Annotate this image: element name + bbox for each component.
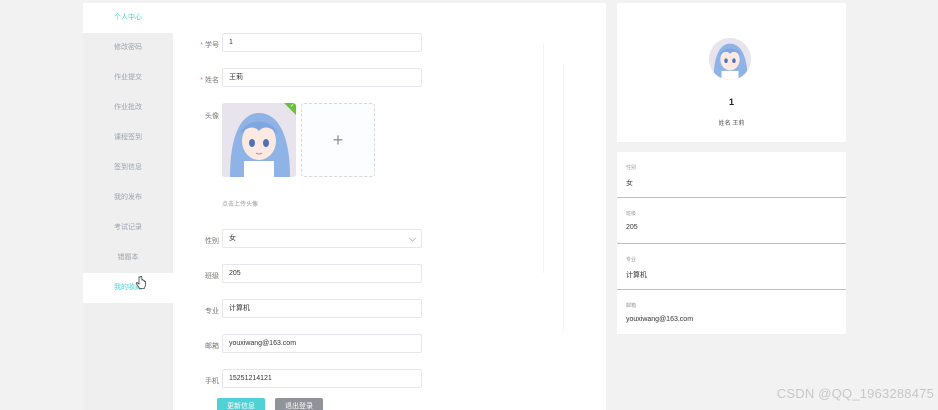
info-item-major: 专业 计算机 [617,244,846,290]
info-label: 班级 [626,211,637,217]
anime-avatar-icon [709,38,751,80]
major-label: 专业 [205,308,219,315]
student-no-label: * 学号 [200,42,219,49]
info-value: youxiwang@163.com [626,316,694,323]
sidebar-item-homework-grade[interactable]: 作业批改 [83,93,173,123]
sidebar-item-my-posts[interactable]: 我的发布 [83,183,173,213]
profile-card: 1 姓名 王莉 [617,3,846,142]
update-info-button[interactable]: 更新信息 [217,398,265,410]
email-label: 邮箱 [205,343,219,350]
sidebar: 个人中心 修改密码 作业提交 作业批改 课程签到 签到信息 我的发布 考试记录 … [83,3,173,410]
class-input[interactable]: 205 [222,264,422,283]
app-root: 个人中心 修改密码 作业提交 作业批改 课程签到 签到信息 我的发布 考试记录 … [0,0,938,410]
sidebar-item-profile[interactable]: 个人中心 [83,3,173,33]
phone-label: 手机 [205,378,219,385]
info-value: 计算机 [626,272,647,279]
profile-info-list: 性别 女 班级 205 专业 计算机 邮箱 youxiwang@163.com [617,152,846,334]
email-input[interactable]: youxiwang@163.com [222,334,422,353]
student-no-input[interactable]: 1 [222,33,422,52]
plus-icon: + [332,129,344,150]
sidebar-item-checkin-info[interactable]: 签到信息 [83,153,173,183]
profile-name: 姓名 王莉 [718,121,745,127]
info-item-class: 班级 205 [617,198,846,244]
gender-label: 性别 [205,238,219,245]
profile-id: 1 [728,97,734,107]
info-label: 专业 [626,257,637,263]
major-input[interactable]: 计算机 [222,299,422,318]
info-label: 性别 [626,165,637,171]
sidebar-item-change-password[interactable]: 修改密码 [83,33,173,63]
sidebar-item-exam-records[interactable]: 考试记录 [83,213,173,243]
avatar-label: 头像 [205,113,219,120]
info-value: 女 [626,180,633,187]
gender-select[interactable]: 女 [222,229,422,248]
name-input[interactable]: 王莉 [222,68,422,87]
info-item-gender: 性别 女 [617,152,846,198]
chevron-down-icon [408,234,417,243]
sidebar-item-favorites[interactable]: 我的收藏 [83,273,173,303]
name-label: * 姓名 [200,77,219,84]
avatar [709,38,751,80]
info-label: 邮箱 [626,303,637,309]
hand-cursor-icon [136,276,146,289]
avatar-upload-button[interactable]: + [301,103,375,177]
info-item-email: 邮箱 youxiwang@163.com [617,290,846,336]
avatar-image[interactable]: ✓ [222,103,296,177]
info-value: 205 [626,224,638,231]
sidebar-item-wrong-questions[interactable]: 错题本 [83,243,173,273]
logout-button[interactable]: 退出登录 [275,398,323,410]
profile-form-panel: * 学号 1 * 姓名 王莉 头像 ✓ + 点击上传头像 性别 女 班级 205… [173,3,606,410]
check-icon: ✓ [289,103,295,109]
sidebar-item-course-checkin[interactable]: 课程签到 [83,123,173,153]
watermark: CSDN @QQ_1963288475 [776,386,934,401]
avatar-upload-hint: 点击上传头像 [222,202,259,208]
class-label: 班级 [205,273,219,280]
sidebar-item-homework-submit[interactable]: 作业提交 [83,63,173,93]
gender-select-value: 女 [229,235,236,242]
phone-input[interactable]: 15251214121 [222,369,422,388]
